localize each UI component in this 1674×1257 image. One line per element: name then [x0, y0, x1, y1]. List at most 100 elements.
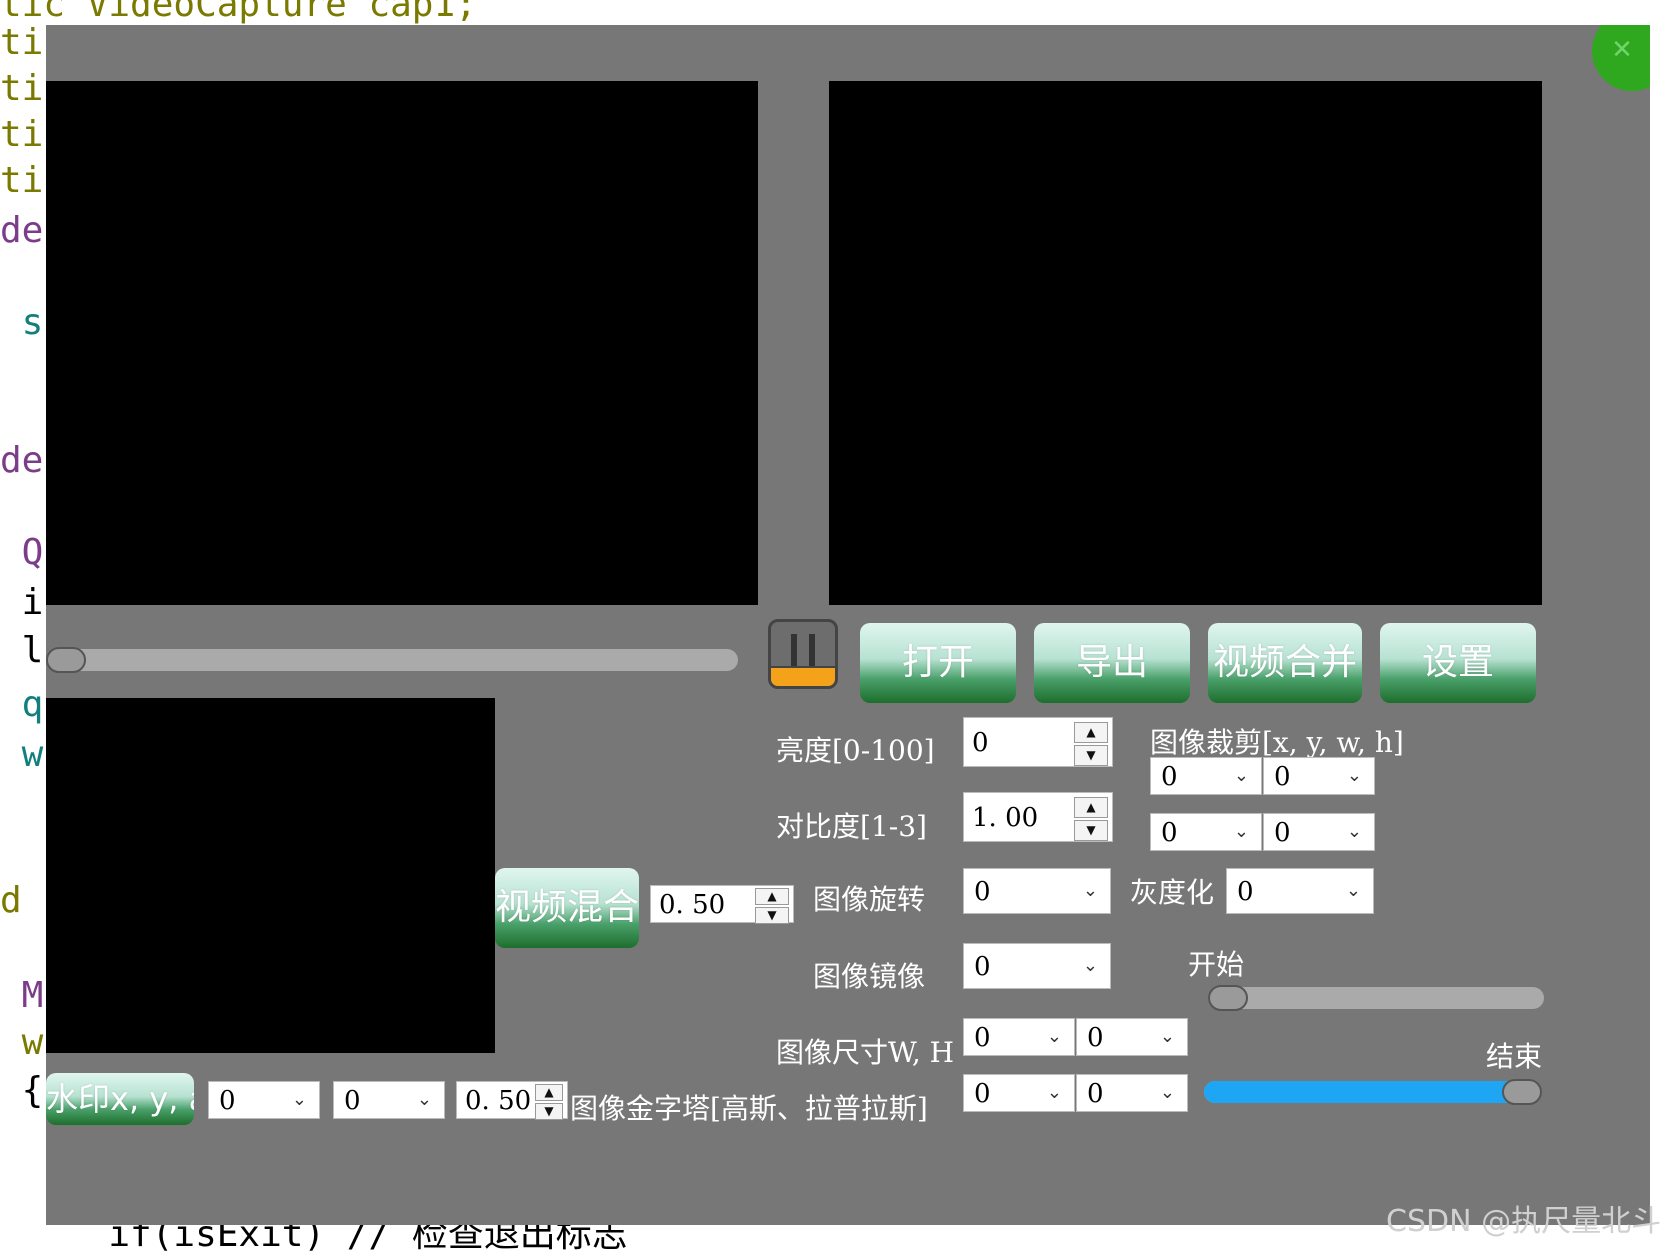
watermark-y-value: 0	[344, 1086, 361, 1116]
code-line: q	[0, 684, 44, 725]
code-line: s	[0, 302, 44, 343]
start-label: 开始	[1188, 948, 1245, 981]
spin-down-icon[interactable]: ▼	[755, 907, 789, 924]
gray-combobox[interactable]: 0 ⌄	[1226, 868, 1374, 914]
chevron-down-icon: ⌄	[1046, 1026, 1062, 1047]
code-line: ti	[0, 68, 44, 109]
rotate-value: 0	[974, 877, 991, 907]
size-h-combobox[interactable]: 0 ⌄	[1076, 1018, 1188, 1056]
chevron-down-icon: ⌄	[1346, 821, 1362, 842]
watermark-x-value: 0	[219, 1086, 236, 1116]
crop-w-combobox[interactable]: 0 ⌄	[1150, 813, 1262, 851]
code-line: tic VideoCapture cap1;	[0, 0, 477, 25]
code-line: Q	[0, 532, 44, 573]
output-video-view	[829, 81, 1542, 605]
code-line: ti	[0, 160, 44, 201]
end-label: 结束	[1486, 1040, 1543, 1073]
chevron-down-icon: ⌄	[416, 1089, 432, 1110]
start-slider-handle[interactable]	[1208, 985, 1248, 1011]
chevron-down-icon: ⌄	[1233, 765, 1249, 786]
code-line: w	[0, 734, 44, 775]
spin-up-icon[interactable]: ▲	[1074, 797, 1108, 818]
crop-x-value: 0	[1161, 762, 1178, 792]
settings-button[interactable]: 设置	[1380, 623, 1536, 703]
pyramid-b-value: 0	[1087, 1079, 1104, 1109]
watermark-alpha-value: 0. 50	[465, 1086, 532, 1116]
spin-up-icon[interactable]: ▲	[755, 888, 789, 905]
start-slider[interactable]	[1208, 987, 1544, 1009]
pause-progress-fill	[771, 666, 835, 686]
crop-h-value: 0	[1274, 818, 1291, 848]
size-w-combobox[interactable]: 0 ⌄	[963, 1018, 1075, 1056]
video-editor-window: ✕ 打开 导出 视频合并 设置 亮度[0-100] 对比度[1-3] 图像旋转 …	[46, 25, 1650, 1225]
mirror-combobox[interactable]: 0 ⌄	[963, 943, 1111, 989]
contrast-spinbox[interactable]: 1. 00 ▲ ▼	[963, 792, 1113, 842]
contrast-value: 1. 00	[972, 803, 1039, 833]
code-line: l	[0, 630, 44, 671]
pause-button[interactable]	[768, 619, 838, 689]
size-label: 图像尺寸W, H	[776, 1036, 955, 1069]
gray-value: 0	[1237, 877, 1254, 907]
play-slider[interactable]	[46, 649, 738, 671]
play-slider-handle[interactable]	[46, 647, 86, 673]
code-line: M	[0, 975, 44, 1016]
chevron-down-icon: ⌄	[1082, 880, 1098, 901]
code-line: {	[0, 1070, 44, 1111]
pyramid-a-value: 0	[974, 1079, 991, 1109]
chevron-down-icon: ⌄	[1159, 1082, 1175, 1103]
export-button[interactable]: 导出	[1034, 623, 1190, 703]
watermark-y-combobox[interactable]: 0 ⌄	[333, 1081, 445, 1119]
spin-down-icon[interactable]: ▼	[1074, 820, 1108, 841]
pyramid-b-combobox[interactable]: 0 ⌄	[1076, 1074, 1188, 1112]
spin-down-icon[interactable]: ▼	[1074, 745, 1108, 766]
rotate-combobox[interactable]: 0 ⌄	[963, 868, 1111, 914]
source-video-view	[46, 81, 758, 605]
brightness-label: 亮度[0-100]	[776, 734, 935, 767]
rotate-label: 图像旋转	[813, 883, 926, 916]
crop-x-combobox[interactable]: 0 ⌄	[1150, 757, 1262, 795]
chevron-down-icon: ⌄	[291, 1089, 307, 1110]
end-slider-handle[interactable]	[1502, 1079, 1542, 1105]
spin-down-icon[interactable]: ▼	[535, 1103, 563, 1120]
chevron-down-icon: ⌄	[1046, 1082, 1062, 1103]
chevron-down-icon: ⌄	[1346, 765, 1362, 786]
open-button[interactable]: 打开	[860, 623, 1016, 703]
pyramid-label: 图像金字塔[高斯、拉普拉斯]	[570, 1092, 928, 1125]
blend-button[interactable]: 视频混合	[495, 868, 639, 948]
crop-y-value: 0	[1274, 762, 1291, 792]
crop-w-value: 0	[1161, 818, 1178, 848]
spin-up-icon[interactable]: ▲	[535, 1084, 563, 1101]
crop-label: 图像裁剪[x, y, w, h]	[1150, 726, 1404, 759]
code-line: d	[0, 880, 22, 921]
brightness-spinbox[interactable]: 0 ▲ ▼	[963, 717, 1113, 767]
chevron-down-icon: ⌄	[1159, 1026, 1175, 1047]
code-line: de	[0, 210, 44, 251]
code-line: de	[0, 440, 44, 481]
pyramid-a-combobox[interactable]: 0 ⌄	[963, 1074, 1075, 1112]
code-line: ti	[0, 22, 44, 63]
close-icon: ✕	[1611, 35, 1633, 65]
csdn-watermark: CSDN @执尺量北斗	[1386, 1204, 1662, 1239]
size-h-value: 0	[1087, 1023, 1104, 1053]
watermark-button[interactable]: 水印x, y, a	[46, 1073, 194, 1125]
code-line: i	[0, 582, 44, 623]
code-line: ti	[0, 114, 44, 155]
pause-icon	[791, 634, 797, 668]
spin-up-icon[interactable]: ▲	[1074, 722, 1108, 743]
blend-spinbox[interactable]: 0. 50 ▲ ▼	[650, 885, 794, 924]
chevron-down-icon: ⌄	[1345, 880, 1361, 901]
brightness-value: 0	[972, 728, 989, 758]
size-w-value: 0	[974, 1023, 991, 1053]
watermark-x-combobox[interactable]: 0 ⌄	[208, 1081, 320, 1119]
watermark-alpha-spinbox[interactable]: 0. 50 ▲ ▼	[456, 1081, 568, 1120]
chevron-down-icon: ⌄	[1233, 821, 1249, 842]
gray-label: 灰度化	[1130, 876, 1215, 909]
close-button[interactable]: ✕	[1592, 25, 1650, 91]
crop-y-combobox[interactable]: 0 ⌄	[1263, 757, 1375, 795]
contrast-label: 对比度[1-3]	[776, 810, 927, 843]
code-line: w	[0, 1022, 44, 1063]
crop-h-combobox[interactable]: 0 ⌄	[1263, 813, 1375, 851]
end-slider-fill	[1204, 1081, 1542, 1103]
merge-button[interactable]: 视频合并	[1208, 623, 1362, 703]
mirror-value: 0	[974, 952, 991, 982]
